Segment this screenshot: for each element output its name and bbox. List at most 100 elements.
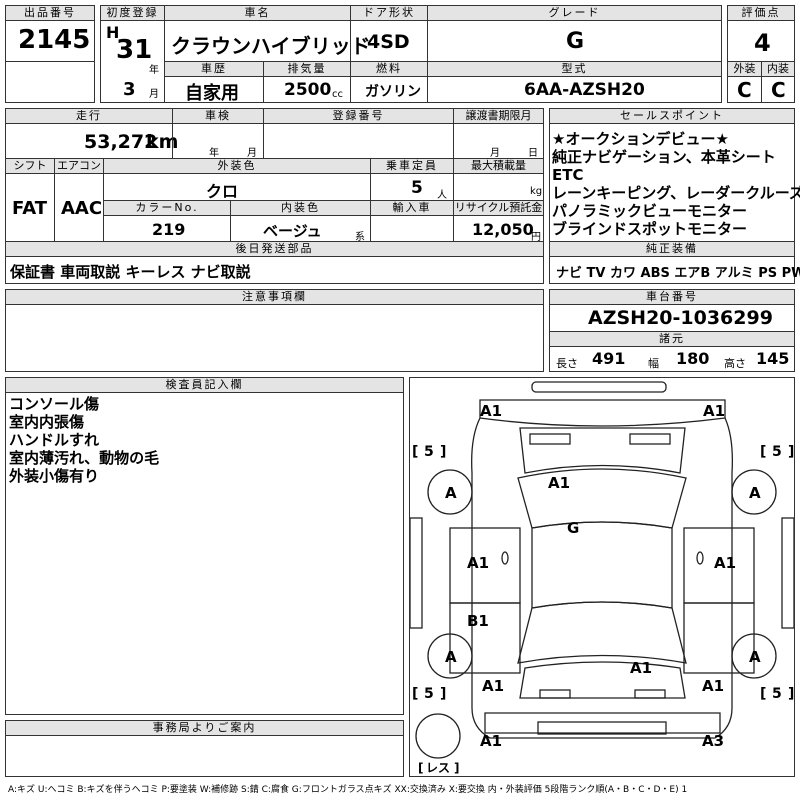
mark-front-right-tire: A	[749, 484, 761, 502]
svg-text:]: ]	[788, 444, 794, 460]
tread-front-right: 5	[772, 444, 782, 460]
mark-hood: A1	[548, 474, 570, 492]
first-reg-month-unit: 月	[149, 89, 159, 100]
recycle-fee: 12,050	[472, 220, 534, 239]
grade: G	[566, 29, 585, 54]
door-box: 4SD	[350, 20, 428, 62]
import-label: 輸入車	[370, 200, 454, 216]
sales-point-5: パノラミックビューモニター	[552, 202, 748, 220]
lot-number: 2145	[18, 25, 91, 55]
notes-label: 注意事項欄	[5, 289, 544, 305]
first-reg-year: 31	[116, 35, 153, 65]
capacity-label: 乗車定員	[370, 158, 454, 174]
history: 自家用	[185, 83, 239, 104]
recycle-label: リサイクル預託金	[453, 200, 544, 216]
mileage-label: 走行	[5, 108, 173, 124]
shift: FAT	[12, 198, 48, 219]
chassis-box: AZSH20-1036299	[549, 304, 795, 332]
exterior-color-box: クロ	[103, 173, 371, 201]
sales-points-box: ★オークションデビュー★ 純正ナビゲーション、本革シート ETC レーンキーピン…	[549, 123, 800, 242]
car-outline: A1 A1 A1 G A A A A A1 A1 B1 A1 A1 A1 A1 …	[409, 381, 795, 775]
displacement-label: 排気量	[263, 61, 351, 77]
svg-text:[: [	[412, 444, 418, 460]
mark-front-right-door: A1	[714, 554, 736, 572]
car-name: クラウンハイブリッド	[171, 34, 371, 58]
model-type: 6AA-AZSH20	[524, 80, 645, 100]
mark-rear-left-tire: A	[445, 648, 457, 666]
mark-rear-right-quarter: A1	[702, 677, 724, 695]
exterior-score: C	[737, 78, 752, 102]
lot-blank	[5, 61, 95, 103]
color-no-label: カラーNo.	[103, 200, 231, 216]
door-label: ドア形状	[350, 5, 428, 21]
model-label: 型式	[427, 61, 722, 77]
svg-text:[: [	[418, 761, 423, 775]
mark-rear-right-tire: A	[749, 648, 761, 666]
interior-color-box: ベージュ 系	[230, 215, 371, 243]
inspector-box: コンソール傷 室内内張傷 ハンドルすれ 室内薄汚れ、動物の毛 外装小傷有り	[5, 392, 404, 715]
svg-text:[: [	[760, 444, 766, 460]
height-label: 高さ	[724, 357, 746, 370]
inspector-label: 検査員記入欄	[5, 377, 404, 393]
max-load-unit: kg	[530, 186, 543, 197]
inspection-label: 車検	[172, 108, 264, 124]
history-box: 自家用	[164, 76, 264, 104]
exterior-color: クロ	[206, 182, 239, 201]
model-box: 6AA-AZSH20	[427, 76, 722, 103]
score-label: 評価点	[727, 5, 795, 21]
width-value: 180	[676, 349, 710, 368]
length-value: 491	[592, 349, 626, 368]
exterior-score-label: 外装	[727, 61, 762, 77]
first-reg-month: 3	[123, 79, 136, 100]
equipment-box: ナビ TV カワ ABS エアB アルミ PS PW	[549, 256, 800, 284]
mark-front-right-corner: A1	[703, 402, 725, 420]
grade-box: G	[427, 20, 722, 62]
first-reg-label: 初度登録	[100, 5, 165, 21]
height-value: 145	[756, 349, 790, 368]
displacement: 2500	[284, 80, 332, 100]
svg-text:[: [	[412, 686, 418, 702]
inspection-year-unit: 年	[209, 148, 219, 159]
later-parts-label: 後日発送部品	[5, 241, 544, 257]
shift-label: シフト	[5, 158, 55, 174]
exterior-score-box: C	[727, 76, 762, 103]
car-name-label: 車名	[164, 5, 351, 21]
remark-2: 室内内張傷	[9, 413, 85, 431]
office-label: 事務局よりご案内	[5, 720, 404, 736]
aircon-box: AAC	[54, 173, 104, 242]
capacity-unit: 人	[437, 190, 447, 201]
sales-point-4: レーンキーピング、レーダークルーズ	[552, 184, 800, 202]
equipment-label: 純正装備	[549, 241, 795, 257]
registration-box	[263, 123, 454, 159]
svg-text:]: ]	[440, 686, 446, 702]
interior-score-label: 内装	[761, 61, 795, 77]
equipment: ナビ TV カワ ABS エアB アルミ PS PW	[556, 266, 800, 281]
sales-point-3: ETC	[552, 166, 584, 184]
color-no-box: 219	[103, 215, 231, 242]
exterior-color-label: 外装色	[103, 158, 371, 174]
chassis-label: 車台番号	[549, 289, 795, 305]
remark-4: 室内薄汚れ、動物の毛	[9, 449, 160, 467]
mark-rear-left-quarter: A1	[482, 677, 504, 695]
svg-text:]: ]	[440, 444, 446, 460]
mark-trunk: A1	[630, 659, 652, 677]
transfer-day-unit: 日	[528, 148, 538, 159]
fuel-label: 燃料	[350, 61, 428, 77]
fuel: ガソリン	[365, 84, 421, 100]
later-parts-box: 保証書 車両取説 キーレス ナビ取説	[5, 256, 544, 284]
sales-point-6: ブラインドスポットモニター	[552, 220, 748, 238]
history-label: 車歴	[164, 61, 264, 77]
width-label: 幅	[648, 357, 659, 370]
aircon: AAC	[61, 198, 103, 219]
later-parts: 保証書 車両取説 キーレス ナビ取説	[10, 263, 251, 281]
first-reg-box: H 31 年 3 月	[100, 20, 165, 103]
mark-front-left-tire: A	[445, 484, 457, 502]
mark-front-left-corner: A1	[480, 402, 502, 420]
displacement-unit: cc	[332, 89, 343, 100]
lot-label: 出品番号	[5, 5, 95, 21]
length-label: 長さ	[556, 357, 578, 370]
registration-label: 登録番号	[263, 108, 454, 124]
car-name-box: クラウンハイブリッド	[164, 20, 371, 62]
max-load-label: 最大積載量	[453, 158, 544, 174]
displacement-box: 2500 cc	[263, 76, 351, 103]
